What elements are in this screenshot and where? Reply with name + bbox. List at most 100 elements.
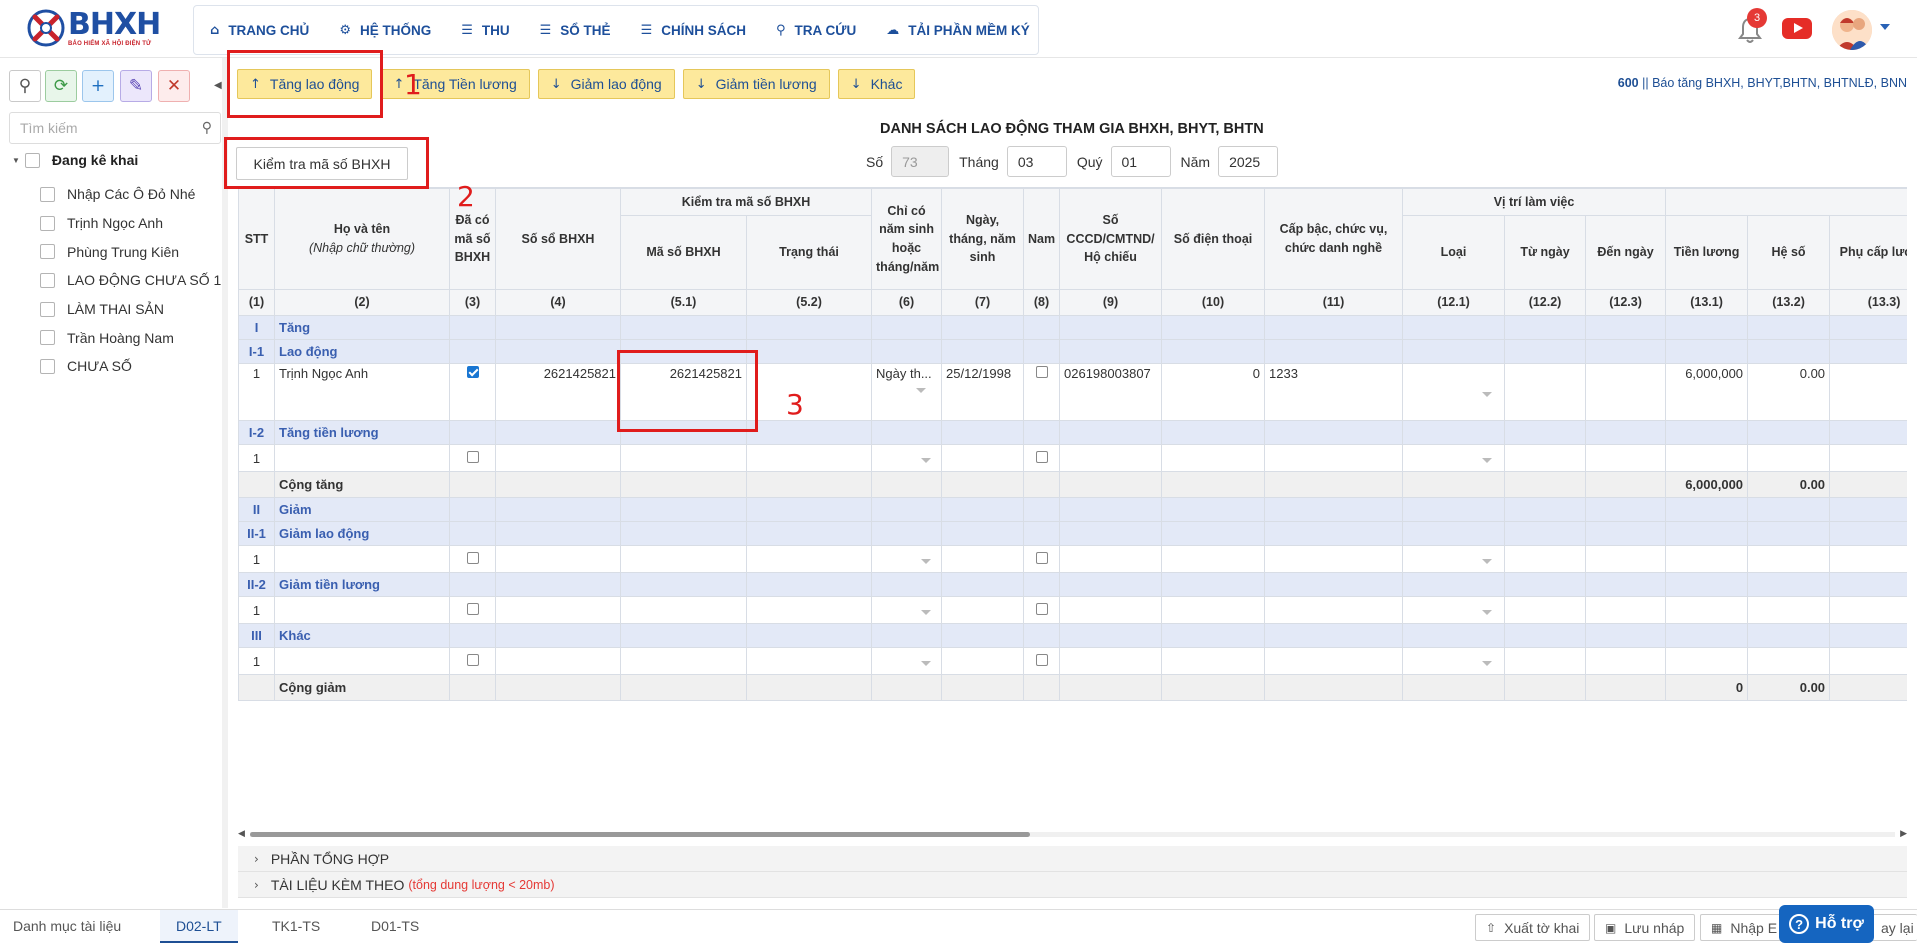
edit-button[interactable]: ✎ [120,70,152,102]
top-bar: BHXH BẢO HIỂM XÃ HỘI ĐIỆN TỬ ⌂ TRANG CHỦ … [0,0,1917,58]
search-tool-button[interactable]: ⚲ [9,70,41,102]
male-checkbox[interactable] [1023,363,1061,421]
nav-he-thong[interactable]: ⚙ HỆ THỐNG [339,23,431,38]
tree-root-checkbox[interactable] [24,152,40,168]
row-checkbox[interactable] [466,653,479,666]
allowance-cell[interactable]: 0 [1829,363,1907,421]
nav-chinh-sach[interactable]: ☰ CHÍNH SÁCH [641,23,746,38]
tab-d01-ts[interactable]: D01-TS [371,918,419,934]
tree-item[interactable]: LÀM THAI SẢN [40,295,221,324]
tree-item[interactable]: Nhập Các Ô Đỏ Nhé [40,180,221,209]
chevron-down-icon[interactable] [1482,558,1493,564]
nam-field[interactable]: 2025 [1218,146,1279,177]
collapse-panel-icon[interactable]: ◀ [214,80,222,91]
tree-item-checkbox[interactable] [40,330,55,346]
check-bhxh-code-button[interactable]: Kiểm tra mã số BHXH [236,147,408,180]
cap-bac-cell[interactable]: 1233 [1264,363,1404,421]
refresh-button[interactable]: ⟳ [45,70,77,102]
nav-tra-cuu[interactable]: ⚲ TRA CỨU [776,23,856,38]
cccd-cell[interactable]: 026198003807 [1059,363,1163,421]
scroll-right-icon[interactable]: ▶ [1900,828,1907,839]
chevron-down-icon[interactable] [921,660,932,666]
back-button[interactable]: ay lại [1868,914,1917,941]
caret-down-icon[interactable]: ▼ [12,156,20,165]
horizontal-scrollbar[interactable]: ◀ ▶ [238,828,1907,840]
tree-item-checkbox[interactable] [40,358,55,374]
row-checkbox[interactable] [466,602,479,615]
chevron-down-icon[interactable] [921,558,932,564]
sidebar-search-input[interactable]: Tìm kiếm ⚲ [9,112,221,144]
chevron-down-icon[interactable] [1482,457,1493,463]
tree-item-checkbox[interactable] [40,301,55,317]
loai-select[interactable] [1402,363,1506,421]
logo[interactable]: BHXH BẢO HIỂM XÃ HỘI ĐIỆN TỬ [26,8,161,48]
tree-item-checkbox[interactable] [40,244,55,260]
tab-d02-lt[interactable]: D02-LT [160,910,238,943]
table-row[interactable]: 1 [238,545,1907,573]
tang-lao-dong-button[interactable]: ↑ Tăng lao động [237,69,373,99]
nav-so-the[interactable]: ☰ SỔ THẺ [540,23,611,38]
row-checkbox[interactable] [1035,653,1048,666]
dob-cell[interactable]: 25/12/1998 [941,363,1025,421]
nav-tai-phan-mem-ky[interactable]: ☁ TẢI PHẦN MỀM KÝ [886,23,1030,38]
youtube-icon[interactable] [1782,18,1812,39]
chevron-down-icon[interactable] [921,457,932,463]
giam-tien-luong-button[interactable]: ↓ Giảm tiền lương [682,69,830,99]
scrollbar-thumb[interactable] [250,832,1030,837]
tree-item-checkbox[interactable] [40,272,55,288]
name-cell[interactable]: Trịnh Ngọc Anh [274,363,450,421]
arrow-down-icon: ↓ [550,76,562,92]
has-code-checkbox[interactable] [449,363,496,421]
row-checkbox[interactable] [1035,602,1048,615]
table-row[interactable]: 1 [238,647,1907,675]
search-icon: ⚲ [18,76,32,96]
save-draft-button[interactable]: ▣ Lưu nháp [1594,914,1696,941]
chevron-down-icon[interactable] [1482,609,1493,615]
delete-button[interactable]: ✕ [158,70,190,102]
phone-cell[interactable]: 0 [1161,363,1266,421]
tree-item-checkbox[interactable] [40,215,55,231]
tree-item-checkbox[interactable] [40,186,55,202]
row-checkbox[interactable] [1035,450,1048,463]
chevron-down-icon[interactable] [1880,24,1890,30]
row-checkbox[interactable] [466,551,479,564]
chevron-down-icon[interactable] [916,388,927,393]
tree-root[interactable]: ▼ Đang kê khai [12,152,138,168]
close-icon: ✕ [166,76,182,96]
chevron-down-icon[interactable] [1482,391,1493,397]
khac-button[interactable]: ↓ Khác [837,69,916,99]
tang-tien-luong-button[interactable]: ↑ Tăng Tiền lương [380,69,530,99]
row-checkbox[interactable] [1035,551,1048,564]
thang-field[interactable]: 03 [1006,146,1067,177]
tree-item[interactable]: Phùng Trung Kiên [40,237,221,266]
add-button[interactable]: + [82,70,114,102]
quy-field[interactable]: 01 [1110,146,1171,177]
tree-item[interactable]: Trịnh Ngọc Anh [40,209,221,238]
nav-thu[interactable]: ☰ THU [461,23,509,38]
coef-cell[interactable]: 0.00 [1747,363,1831,421]
tree-item[interactable]: LAO ĐỘNG CHƯA SỐ 1 [40,266,221,295]
accordion-summary[interactable]: › PHẦN TỔNG HỢP [238,846,1907,872]
salary-cell[interactable]: 6,000,000 [1665,363,1749,421]
header-ho-ten: Họ và tên (Nhập chữ thường) [274,188,450,290]
chi-co-cell[interactable]: Ngày th... [871,363,943,421]
nav-trang-chu[interactable]: ⌂ TRANG CHỦ [210,23,309,38]
tree-item[interactable]: CHƯA SỐ [40,352,221,381]
table-row[interactable]: 1 Trịnh Ngọc Anh 2621425821 2621425821 N… [238,363,1907,421]
tree-item[interactable]: Trần Hoàng Nam [40,323,221,352]
scroll-left-icon[interactable]: ◀ [238,828,245,839]
ma-so-cell[interactable]: 2621425821 [620,363,747,421]
row-checkbox[interactable] [466,450,479,463]
avatar[interactable] [1832,10,1872,50]
catalog-tab[interactable]: Danh mục tài liệu [13,918,121,934]
chevron-down-icon[interactable] [921,609,932,615]
help-button[interactable]: ? Hỗ trợ [1779,905,1874,943]
chevron-down-icon[interactable] [1482,660,1493,666]
table-row[interactable]: 1 [238,444,1907,472]
so-so-cell[interactable]: 2621425821 [495,363,621,421]
table-row[interactable]: 1 [238,596,1907,624]
accordion-attachments[interactable]: › TÀI LIỆU KÈM THEO (tổng dung lượng < 2… [238,872,1907,898]
export-button[interactable]: ⇧ Xuất tờ khai [1475,914,1591,941]
tab-tk1-ts[interactable]: TK1-TS [272,918,320,934]
giam-lao-dong-button[interactable]: ↓ Giảm lao động [537,69,675,99]
